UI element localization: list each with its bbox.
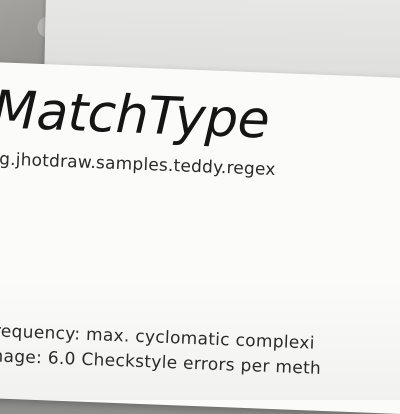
- package-name: rg.jhotdraw.samples.teddy.regex: [0, 149, 276, 181]
- printed-card: MatchType rg.jhotdraw.samples.teddy.rege…: [0, 62, 400, 414]
- card-title: MatchType: [0, 80, 271, 151]
